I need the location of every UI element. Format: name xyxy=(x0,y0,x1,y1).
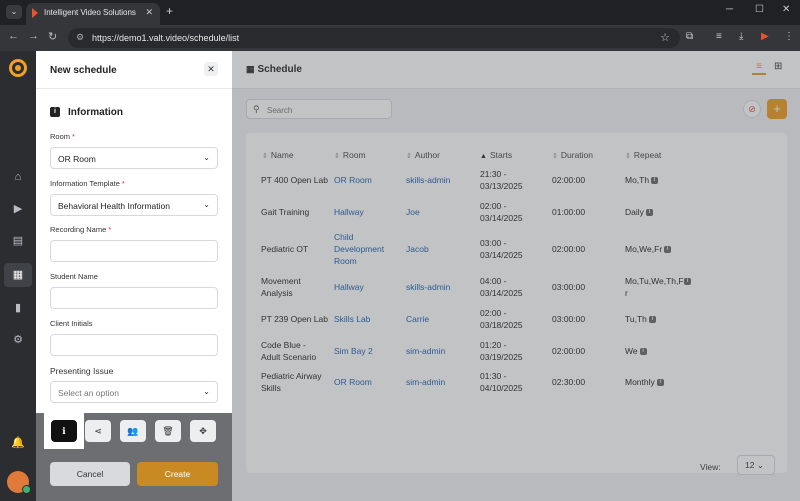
extension-logo-icon[interactable]: ▶ xyxy=(761,31,769,42)
back-icon[interactable]: ← xyxy=(8,30,19,42)
new-tab-icon[interactable]: + xyxy=(166,4,173,18)
app: ⌂ ▶ ▤ ▦ ▮ ⚙ 🔔 ▦Schedule ≡ ⊞ ⚲ ⊘ + ⇕Name … xyxy=(0,51,800,501)
client-initials-field[interactable] xyxy=(50,334,218,356)
modal-overlay[interactable] xyxy=(232,51,800,501)
tab-delete[interactable]: 🗑 xyxy=(155,420,181,442)
users-icon: 👥 xyxy=(127,426,139,436)
trash-icon: 🗑 xyxy=(162,426,174,436)
recording-name-label: Recording Name * xyxy=(50,225,112,234)
extensions-icon[interactable]: ⧉ xyxy=(686,31,693,42)
browser-tab[interactable]: Intelligent Video Solutions ✕ xyxy=(26,3,160,25)
room-label: Room * xyxy=(50,132,75,141)
notification-bell-icon[interactable]: 🔔 xyxy=(4,431,32,455)
address-toolbar: ← → ↻ ⚙ https://demo1.valt.video/schedul… xyxy=(0,25,800,51)
avatar[interactable] xyxy=(7,471,31,494)
film-icon[interactable]: ▤ xyxy=(4,229,32,253)
schedule-icon[interactable]: ▦ xyxy=(4,263,32,287)
cancel-button[interactable]: Cancel xyxy=(50,462,130,486)
reload-icon[interactable]: ↻ xyxy=(48,30,57,43)
app-logo-icon[interactable] xyxy=(9,59,27,77)
presenting-issue-select[interactable]: Select an option ⌄ xyxy=(50,381,218,403)
bookmark-star-icon[interactable]: ☆ xyxy=(660,31,670,44)
favicon-icon xyxy=(32,8,38,18)
reports-icon[interactable]: ▮ xyxy=(4,296,32,320)
url-bar[interactable]: ⚙ https://demo1.valt.video/schedule/list… xyxy=(68,28,680,48)
template-select[interactable]: Behavioral Health Information ⌄ xyxy=(50,194,218,216)
download-icon[interactable]: ⤓ xyxy=(739,31,743,42)
tab-search-icon[interactable]: ⌄ xyxy=(6,5,22,19)
room-select[interactable]: OR Room ⌄ xyxy=(50,147,218,169)
move-icon: ✥ xyxy=(199,426,207,436)
forward-icon[interactable]: → xyxy=(28,30,39,42)
student-name-label: Student Name xyxy=(50,272,98,281)
more-menu-icon[interactable]: ⋮ xyxy=(784,31,794,42)
recording-name-field[interactable] xyxy=(50,240,218,262)
browser-tabbar: ⌄ Intelligent Video Solutions ✕ + ─ ☐ ✕ xyxy=(0,0,800,25)
chevron-down-icon: ⌄ xyxy=(203,153,210,162)
tab-information[interactable]: ℹ xyxy=(51,420,77,442)
create-button[interactable]: Create xyxy=(137,462,218,486)
tab-share[interactable]: ⋖ xyxy=(85,420,111,442)
close-icon[interactable]: ✕ xyxy=(204,62,218,76)
divider xyxy=(36,88,232,89)
site-info-icon[interactable]: ⚙ xyxy=(76,32,84,43)
tab-users[interactable]: 👥 xyxy=(120,420,146,442)
student-name-field[interactable] xyxy=(50,287,218,309)
chevron-down-icon: ⌄ xyxy=(203,387,210,396)
client-initials-label: Client Initials xyxy=(50,319,93,328)
home-icon[interactable]: ⌂ xyxy=(4,165,32,189)
section-title: Information xyxy=(68,107,123,118)
settings-gear-icon[interactable]: ⚙ xyxy=(4,328,32,352)
template-label: Information Template * xyxy=(50,179,125,188)
info-icon: i xyxy=(50,107,60,117)
window-close-icon[interactable]: ✕ xyxy=(782,4,790,15)
close-icon[interactable]: ✕ xyxy=(145,7,153,18)
maximize-icon[interactable]: ☐ xyxy=(755,4,764,15)
info-icon: ℹ xyxy=(62,426,66,436)
new-schedule-drawer: New schedule ✕ i Information Room * OR Ro… xyxy=(36,51,232,413)
tab-move[interactable]: ✥ xyxy=(190,420,216,442)
chevron-down-icon: ⌄ xyxy=(203,200,210,209)
drawer-title: New schedule xyxy=(50,65,117,76)
url-text: https://demo1.valt.video/schedule/list xyxy=(92,33,240,43)
share-icon: ⋖ xyxy=(94,426,102,436)
minimize-icon[interactable]: ─ xyxy=(726,4,733,15)
presenting-issue-label: Presenting Issue xyxy=(50,366,114,376)
tab-title: Intelligent Video Solutions xyxy=(44,8,136,17)
main-content: ▦Schedule ≡ ⊞ ⚲ ⊘ + ⇕Name ⇕Room ⇕Author … xyxy=(232,51,800,501)
media-icon[interactable]: ≡ xyxy=(716,31,722,42)
video-icon[interactable]: ▶ xyxy=(4,197,32,221)
sidebar: ⌂ ▶ ▤ ▦ ▮ ⚙ 🔔 xyxy=(0,51,36,501)
